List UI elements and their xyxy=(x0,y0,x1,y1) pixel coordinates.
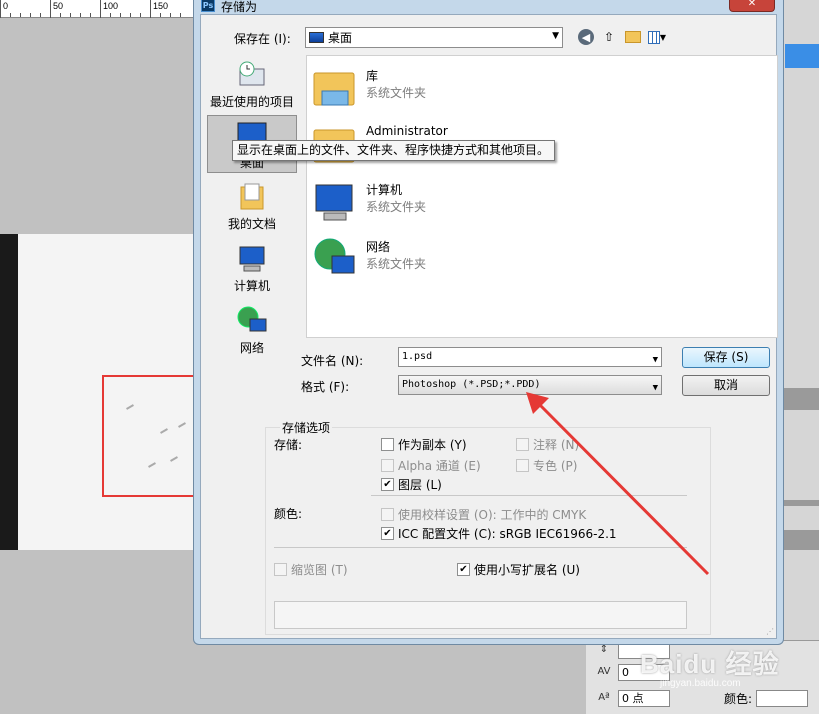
checkbox-box xyxy=(381,508,394,521)
save-as-dialog: Ps 存储为 ✕ 保存在 (I): 桌面 ▼ ◀ ⇧ ▼ 最近使用的项目 桌面 … xyxy=(193,0,784,645)
alpha-channel-checkbox[interactable]: Alpha 通道 (E) xyxy=(381,457,481,474)
place-computer[interactable]: 计算机 xyxy=(207,239,297,297)
view-menu-icon[interactable]: ▼ xyxy=(648,28,666,46)
format-label: 格式 (F): xyxy=(301,380,350,394)
text-color-swatch[interactable] xyxy=(756,689,809,707)
color-label: 颜色: xyxy=(724,691,753,706)
place-network[interactable]: 网络 xyxy=(207,301,297,359)
save-in-dropdown[interactable]: 桌面 ▼ xyxy=(305,27,563,48)
baidu-watermark: Baidu 经验 xyxy=(640,649,780,679)
places-bar: 最近使用的项目 桌面 我的文档 计算机 网络 xyxy=(207,55,297,355)
chevron-down-icon: ▼ xyxy=(552,31,559,41)
checkbox-label: 作为副本 (Y) xyxy=(398,438,467,452)
file-type: 系统文件夹 xyxy=(366,200,427,214)
checkmark-icon: ✔ xyxy=(381,478,394,491)
checkbox-box xyxy=(381,438,394,451)
up-folder-icon[interactable]: ⇧ xyxy=(600,28,618,46)
checkmark-icon: ✔ xyxy=(457,563,470,576)
checkbox-label: 缩览图 (T) xyxy=(291,563,348,577)
kerning-icon: AV xyxy=(597,666,611,677)
save-in-label: 保存在 (I): xyxy=(234,32,291,46)
checkbox-label: 使用校样设置 (O): 工作中的 CMYK xyxy=(398,508,587,522)
format-dropdown[interactable]: Photoshop (*.PSD;*.PDD) ▼ xyxy=(398,375,662,395)
chevron-down-icon: ▼ xyxy=(652,383,658,393)
icc-profile-checkbox[interactable]: ✔ ICC 配置文件 (C): sRGB IEC61966-2.1 xyxy=(381,525,617,542)
computer-icon xyxy=(236,243,268,275)
file-type: 系统文件夹 xyxy=(366,257,427,271)
ruler-tick: 0 xyxy=(0,0,8,18)
dialog-title: 存储为 xyxy=(221,0,258,14)
recent-icon xyxy=(236,59,268,91)
place-label: 网络 xyxy=(239,341,264,355)
library-folder-icon xyxy=(312,65,358,111)
as-copy-checkbox[interactable]: 作为副本 (Y) xyxy=(381,436,467,453)
place-label: 计算机 xyxy=(233,279,270,293)
file-name: 计算机 xyxy=(366,183,403,197)
file-name: 网络 xyxy=(366,240,391,254)
place-recent[interactable]: 最近使用的项目 xyxy=(207,55,297,113)
spot-color-checkbox[interactable]: 专色 (P) xyxy=(516,457,577,474)
list-item[interactable]: 计算机 系统文件夹 xyxy=(312,176,612,228)
proof-setup-checkbox[interactable]: 使用校样设置 (O): 工作中的 CMYK xyxy=(381,506,586,523)
network-icon xyxy=(236,305,268,337)
photoshop-icon: Ps xyxy=(201,0,215,12)
new-folder-icon[interactable] xyxy=(624,28,642,46)
save-button[interactable]: 保存 (S) xyxy=(682,347,770,368)
notes-checkbox[interactable]: 注释 (N) xyxy=(516,436,579,453)
layers-checkbox[interactable]: ✔ 图层 (L) xyxy=(381,476,442,493)
checkbox-label: 使用小写扩展名 (U) xyxy=(474,563,580,577)
thumbnail-checkbox[interactable]: 缩览图 (T) xyxy=(274,561,348,578)
filename-value: 1.psd xyxy=(402,351,433,362)
file-list[interactable]: 库 系统文件夹 Administrator 计算机 系统文件夹 网络 系统文件夹 xyxy=(306,55,778,338)
baseline-shift-icon: Aª xyxy=(598,692,610,703)
checkmark-icon: ✔ xyxy=(381,527,394,540)
list-item[interactable]: 网络 系统文件夹 xyxy=(312,233,612,285)
filename-input[interactable]: 1.psd ▼ xyxy=(398,347,662,367)
place-documents[interactable]: 我的文档 xyxy=(207,177,297,235)
selected-panel-tab[interactable] xyxy=(785,44,819,68)
ruler-tick: 50 xyxy=(50,0,63,18)
checkbox-box xyxy=(516,438,529,451)
network-icon xyxy=(312,236,358,282)
filename-label: 文件名 (N): xyxy=(301,354,364,368)
cancel-button[interactable]: 取消 xyxy=(682,375,770,396)
save-in-value: 桌面 xyxy=(328,31,353,45)
lowercase-extension-checkbox[interactable]: ✔ 使用小写扩展名 (U) xyxy=(457,561,580,578)
checkbox-label: ICC 配置文件 (C): sRGB IEC61966-2.1 xyxy=(398,527,617,541)
resize-grip-icon[interactable]: ⋰ xyxy=(766,627,774,636)
checkbox-label: 专色 (P) xyxy=(533,459,578,473)
computer-icon xyxy=(312,179,358,225)
format-value: Photoshop (*.PSD;*.PDD) xyxy=(402,379,541,390)
checkbox-box xyxy=(274,563,287,576)
close-button[interactable]: ✕ xyxy=(729,0,775,12)
dialog-body: 保存在 (I): 桌面 ▼ ◀ ⇧ ▼ 最近使用的项目 桌面 我的文档 计算机 … xyxy=(200,14,778,639)
dialog-titlebar[interactable]: Ps 存储为 ✕ xyxy=(194,0,783,14)
canvas-border xyxy=(0,234,18,550)
save-options-title: 存储选项 xyxy=(280,419,333,436)
file-name: Administrator xyxy=(366,124,448,138)
checkbox-label: Alpha 通道 (E) xyxy=(398,459,481,473)
file-type: 系统文件夹 xyxy=(366,86,427,100)
place-label: 最近使用的项目 xyxy=(209,95,294,109)
checkbox-box xyxy=(381,459,394,472)
watermark-url: jingyan.baidu.com xyxy=(660,678,741,689)
desktop-tooltip: 显示在桌面上的文件、文件夹、程序快捷方式和其他项目。 xyxy=(232,140,555,161)
checkbox-label: 图层 (L) xyxy=(398,478,442,492)
checkbox-label: 注释 (N) xyxy=(533,438,580,452)
navigation-toolbar: ◀ ⇧ ▼ xyxy=(578,28,666,46)
list-item[interactable]: 库 系统文件夹 xyxy=(312,62,612,114)
place-label: 我的文档 xyxy=(227,217,276,231)
warning-message-area xyxy=(274,601,687,629)
desktop-icon xyxy=(309,32,324,43)
checkbox-box xyxy=(516,459,529,472)
horizontal-ruler: 0 50 100 150 xyxy=(0,0,195,18)
annotation-highlight-box xyxy=(102,375,194,497)
back-icon[interactable]: ◀ xyxy=(578,29,594,45)
storage-label: 存储: xyxy=(274,438,303,452)
chevron-down-icon[interactable]: ▼ xyxy=(653,351,658,369)
color-label: 颜色: xyxy=(274,507,303,521)
baseline-shift-field[interactable]: 0 点 xyxy=(618,689,670,707)
file-name: 库 xyxy=(366,69,379,83)
documents-icon xyxy=(236,181,268,213)
